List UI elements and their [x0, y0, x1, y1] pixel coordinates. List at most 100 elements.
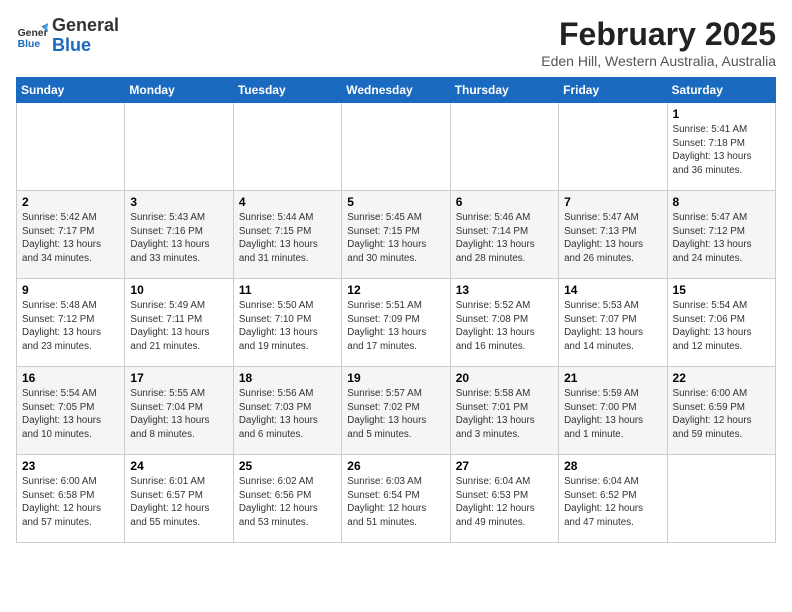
day-info: Sunrise: 5:53 AM Sunset: 7:07 PM Dayligh… [564, 299, 661, 354]
day-cell-3: 3 Sunrise: 5:43 AM Sunset: 7:16 PM Daylig… [125, 191, 233, 279]
day-number: 10 [130, 283, 227, 297]
main-title: February 2025 [541, 16, 776, 53]
header-sunday: Sunday [17, 78, 125, 103]
day-number: 9 [22, 283, 119, 297]
day-info: Sunrise: 5:49 AM Sunset: 7:11 PM Dayligh… [130, 299, 227, 354]
day-info: Sunrise: 5:59 AM Sunset: 7:00 PM Dayligh… [564, 387, 661, 442]
day-number: 4 [239, 195, 336, 209]
day-number: 25 [239, 459, 336, 473]
day-number: 15 [673, 283, 770, 297]
subtitle: Eden Hill, Western Australia, Australia [541, 53, 776, 69]
day-info: Sunrise: 6:04 AM Sunset: 6:53 PM Dayligh… [456, 475, 553, 530]
day-info: Sunrise: 5:58 AM Sunset: 7:01 PM Dayligh… [456, 387, 553, 442]
day-number: 22 [673, 371, 770, 385]
day-info: Sunrise: 5:47 AM Sunset: 7:13 PM Dayligh… [564, 211, 661, 266]
day-number: 14 [564, 283, 661, 297]
week-row-5: 23 Sunrise: 6:00 AM Sunset: 6:58 PM Dayli… [17, 455, 776, 543]
day-number: 12 [347, 283, 444, 297]
day-number: 23 [22, 459, 119, 473]
page-header: General Blue General Blue February 2025 … [16, 16, 776, 69]
day-number: 16 [22, 371, 119, 385]
day-info: Sunrise: 5:47 AM Sunset: 7:12 PM Dayligh… [673, 211, 770, 266]
day-cell-17: 17 Sunrise: 5:55 AM Sunset: 7:04 PM Dayli… [125, 367, 233, 455]
day-cell-19: 19 Sunrise: 5:57 AM Sunset: 7:02 PM Dayli… [342, 367, 450, 455]
day-number: 8 [673, 195, 770, 209]
title-block: February 2025 Eden Hill, Western Austral… [541, 16, 776, 69]
day-info: Sunrise: 5:57 AM Sunset: 7:02 PM Dayligh… [347, 387, 444, 442]
day-info: Sunrise: 6:00 AM Sunset: 6:58 PM Dayligh… [22, 475, 119, 530]
header-thursday: Thursday [450, 78, 558, 103]
svg-text:Blue: Blue [18, 39, 41, 50]
day-info: Sunrise: 6:04 AM Sunset: 6:52 PM Dayligh… [564, 475, 661, 530]
day-number: 6 [456, 195, 553, 209]
day-info: Sunrise: 5:41 AM Sunset: 7:18 PM Dayligh… [673, 123, 770, 178]
day-cell-4: 4 Sunrise: 5:44 AM Sunset: 7:15 PM Daylig… [233, 191, 341, 279]
empty-cell [233, 103, 341, 191]
day-number: 11 [239, 283, 336, 297]
svg-text:General: General [18, 28, 48, 39]
logo-blue: Blue [52, 35, 91, 55]
day-cell-25: 25 Sunrise: 6:02 AM Sunset: 6:56 PM Dayli… [233, 455, 341, 543]
day-info: Sunrise: 5:50 AM Sunset: 7:10 PM Dayligh… [239, 299, 336, 354]
day-info: Sunrise: 5:46 AM Sunset: 7:14 PM Dayligh… [456, 211, 553, 266]
day-info: Sunrise: 5:51 AM Sunset: 7:09 PM Dayligh… [347, 299, 444, 354]
day-info: Sunrise: 5:43 AM Sunset: 7:16 PM Dayligh… [130, 211, 227, 266]
day-cell-5: 5 Sunrise: 5:45 AM Sunset: 7:15 PM Daylig… [342, 191, 450, 279]
empty-cell [342, 103, 450, 191]
day-cell-1: 1Sunrise: 5:41 AM Sunset: 7:18 PM Daylig… [667, 103, 775, 191]
day-number: 21 [564, 371, 661, 385]
day-info: Sunrise: 5:48 AM Sunset: 7:12 PM Dayligh… [22, 299, 119, 354]
day-cell-28: 28 Sunrise: 6:04 AM Sunset: 6:52 PM Dayli… [559, 455, 667, 543]
day-number: 5 [347, 195, 444, 209]
day-number: 27 [456, 459, 553, 473]
day-cell-6: 6 Sunrise: 5:46 AM Sunset: 7:14 PM Daylig… [450, 191, 558, 279]
logo: General Blue General Blue [16, 16, 119, 56]
day-number: 3 [130, 195, 227, 209]
day-info: Sunrise: 6:03 AM Sunset: 6:54 PM Dayligh… [347, 475, 444, 530]
day-cell-9: 9 Sunrise: 5:48 AM Sunset: 7:12 PM Daylig… [17, 279, 125, 367]
day-cell-18: 18 Sunrise: 5:56 AM Sunset: 7:03 PM Dayli… [233, 367, 341, 455]
day-number: 28 [564, 459, 661, 473]
day-cell-15: 15 Sunrise: 5:54 AM Sunset: 7:06 PM Dayli… [667, 279, 775, 367]
day-info: Sunrise: 5:52 AM Sunset: 7:08 PM Dayligh… [456, 299, 553, 354]
day-number: 13 [456, 283, 553, 297]
day-info: Sunrise: 5:55 AM Sunset: 7:04 PM Dayligh… [130, 387, 227, 442]
week-row-2: 2Sunrise: 5:42 AM Sunset: 7:17 PM Daylig… [17, 191, 776, 279]
day-cell-24: 24Sunrise: 6:01 AM Sunset: 6:57 PM Dayli… [125, 455, 233, 543]
logo-general: General [52, 15, 119, 35]
day-info: Sunrise: 5:56 AM Sunset: 7:03 PM Dayligh… [239, 387, 336, 442]
day-number: 2 [22, 195, 119, 209]
day-cell-7: 7 Sunrise: 5:47 AM Sunset: 7:13 PM Daylig… [559, 191, 667, 279]
day-cell-26: 26 Sunrise: 6:03 AM Sunset: 6:54 PM Dayli… [342, 455, 450, 543]
empty-cell [125, 103, 233, 191]
day-cell-23: 23 Sunrise: 6:00 AM Sunset: 6:58 PM Dayli… [17, 455, 125, 543]
day-number: 17 [130, 371, 227, 385]
week-row-1: 1Sunrise: 5:41 AM Sunset: 7:18 PM Daylig… [17, 103, 776, 191]
day-cell-13: 13 Sunrise: 5:52 AM Sunset: 7:08 PM Dayli… [450, 279, 558, 367]
day-cell-11: 11 Sunrise: 5:50 AM Sunset: 7:10 PM Dayli… [233, 279, 341, 367]
day-info: Sunrise: 6:02 AM Sunset: 6:56 PM Dayligh… [239, 475, 336, 530]
day-cell-27: 27 Sunrise: 6:04 AM Sunset: 6:53 PM Dayli… [450, 455, 558, 543]
day-number: 18 [239, 371, 336, 385]
empty-cell [17, 103, 125, 191]
header-saturday: Saturday [667, 78, 775, 103]
day-info: Sunrise: 5:54 AM Sunset: 7:06 PM Dayligh… [673, 299, 770, 354]
day-info: Sunrise: 5:54 AM Sunset: 7:05 PM Dayligh… [22, 387, 119, 442]
day-cell-21: 21 Sunrise: 5:59 AM Sunset: 7:00 PM Dayli… [559, 367, 667, 455]
week-row-3: 9 Sunrise: 5:48 AM Sunset: 7:12 PM Daylig… [17, 279, 776, 367]
day-cell-20: 20 Sunrise: 5:58 AM Sunset: 7:01 PM Dayli… [450, 367, 558, 455]
day-info: Sunrise: 6:00 AM Sunset: 6:59 PM Dayligh… [673, 387, 770, 442]
calendar-table: SundayMondayTuesdayWednesdayThursdayFrid… [16, 77, 776, 543]
day-number: 20 [456, 371, 553, 385]
day-info: Sunrise: 5:44 AM Sunset: 7:15 PM Dayligh… [239, 211, 336, 266]
empty-cell [450, 103, 558, 191]
calendar-body: 1Sunrise: 5:41 AM Sunset: 7:18 PM Daylig… [17, 103, 776, 543]
day-info: Sunrise: 5:45 AM Sunset: 7:15 PM Dayligh… [347, 211, 444, 266]
empty-cell [559, 103, 667, 191]
day-number: 26 [347, 459, 444, 473]
day-cell-8: 8 Sunrise: 5:47 AM Sunset: 7:12 PM Daylig… [667, 191, 775, 279]
day-info: Sunrise: 6:01 AM Sunset: 6:57 PM Dayligh… [130, 475, 227, 530]
day-number: 19 [347, 371, 444, 385]
day-number: 7 [564, 195, 661, 209]
day-cell-22: 22 Sunrise: 6:00 AM Sunset: 6:59 PM Dayli… [667, 367, 775, 455]
